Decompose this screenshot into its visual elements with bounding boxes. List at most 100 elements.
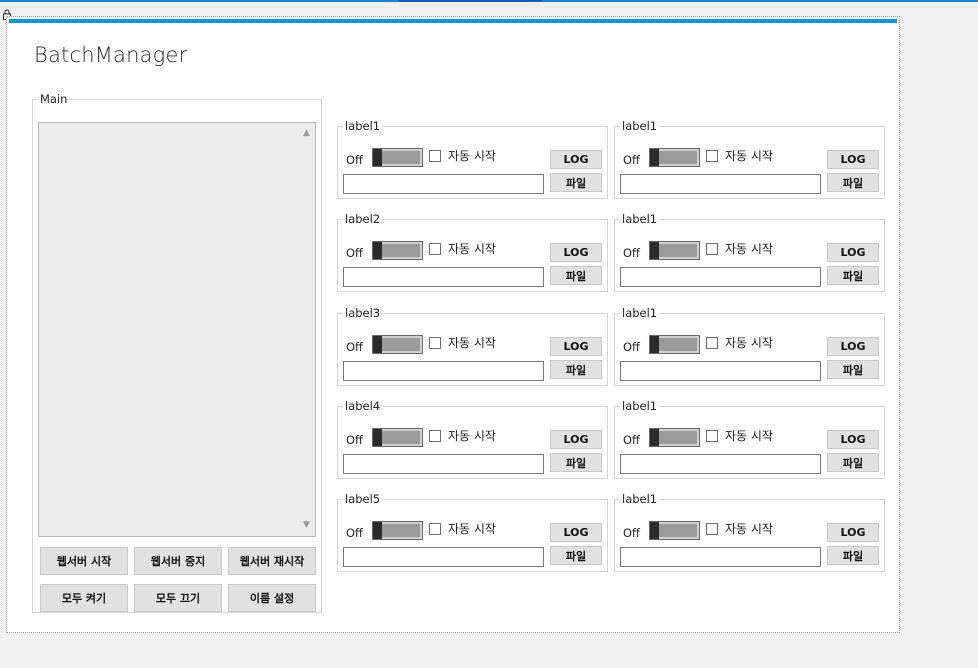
toggle-track: [382, 151, 420, 164]
autostart-label[interactable]: 자동 시작: [725, 520, 773, 537]
batch-path-input[interactable]: [620, 361, 821, 381]
autostart-checkbox[interactable]: [429, 337, 441, 349]
autostart-label[interactable]: 자동 시작: [448, 147, 496, 164]
batch-path-input[interactable]: [343, 174, 544, 194]
batch-path-input[interactable]: [620, 267, 821, 287]
batch-path-input[interactable]: [343, 361, 544, 381]
power-toggle[interactable]: [372, 335, 423, 354]
toggle-knob[interactable]: [373, 429, 382, 446]
power-toggle[interactable]: [372, 148, 423, 167]
main-log-list[interactable]: ▲ ▼: [38, 122, 316, 537]
autostart-checkbox[interactable]: [429, 430, 441, 442]
autostart-label[interactable]: 자동 시작: [725, 334, 773, 351]
autostart-label[interactable]: 자동 시작: [725, 240, 773, 257]
batch-panel: label1 Off 자동 시작 LOG 파일: [337, 120, 608, 199]
autostart-label[interactable]: 자동 시작: [448, 334, 496, 351]
toggle-knob[interactable]: [373, 149, 382, 166]
all-on-button[interactable]: 모두 켜기: [40, 584, 128, 612]
toggle-track: [659, 338, 697, 351]
autostart-checkbox[interactable]: [706, 243, 718, 255]
autostart-label[interactable]: 자동 시작: [725, 147, 773, 164]
batch-path-input[interactable]: [620, 454, 821, 474]
log-button[interactable]: LOG: [827, 430, 879, 449]
toggle-state-label: Off: [346, 153, 363, 167]
batch-path-input[interactable]: [343, 547, 544, 567]
toggle-knob[interactable]: [373, 522, 382, 539]
designer-form: BatchManager Main ▲ ▼ 웹서버 시작 웹서버 중지 웹서버 …: [6, 16, 900, 633]
log-button[interactable]: LOG: [827, 337, 879, 356]
batch-panel: label1 Off 자동 시작 LOG 파일: [614, 493, 885, 572]
vertical-scrollbar[interactable]: ▲ ▼: [299, 124, 314, 535]
batch-panel-label: label1: [622, 212, 658, 226]
file-button[interactable]: 파일: [550, 453, 602, 472]
batch-path-input[interactable]: [343, 267, 544, 287]
file-button[interactable]: 파일: [827, 266, 879, 285]
set-name-button[interactable]: 이름 설정: [228, 584, 316, 612]
web-server-stop-button[interactable]: 웹서버 중지: [134, 547, 222, 575]
main-group-legend: Main: [40, 92, 68, 106]
power-toggle[interactable]: [372, 428, 423, 447]
batch-panel: label2 Off 자동 시작 LOG 파일: [337, 213, 608, 292]
main-group: Main ▲ ▼ 웹서버 시작 웹서버 중지 웹서버 재시작 모두 켜기 모두 …: [32, 93, 322, 613]
toggle-track: [382, 431, 420, 444]
file-button[interactable]: 파일: [550, 360, 602, 379]
power-toggle[interactable]: [649, 335, 700, 354]
log-button[interactable]: LOG: [550, 430, 602, 449]
toggle-state-label: Off: [346, 340, 363, 354]
batch-panel: label4 Off 자동 시작 LOG 파일: [337, 400, 608, 479]
toggle-state-label: Off: [623, 433, 640, 447]
log-button[interactable]: LOG: [827, 150, 879, 169]
batch-panel: label1 Off 자동 시작 LOG 파일: [614, 307, 885, 386]
batch-path-input[interactable]: [620, 547, 821, 567]
power-toggle[interactable]: [649, 241, 700, 260]
toggle-track: [659, 151, 697, 164]
file-button[interactable]: 파일: [827, 453, 879, 472]
batch-panel-label: label3: [345, 306, 381, 320]
file-button[interactable]: 파일: [827, 360, 879, 379]
log-button[interactable]: LOG: [550, 150, 602, 169]
power-toggle[interactable]: [649, 521, 700, 540]
chevron-up-icon[interactable]: ▲: [299, 126, 314, 141]
toggle-knob[interactable]: [650, 429, 659, 446]
web-server-restart-button[interactable]: 웹서버 재시작: [228, 547, 316, 575]
file-button[interactable]: 파일: [550, 173, 602, 192]
toggle-knob[interactable]: [650, 242, 659, 259]
web-server-start-button[interactable]: 웹서버 시작: [40, 547, 128, 575]
batch-path-input[interactable]: [620, 174, 821, 194]
toggle-knob[interactable]: [373, 242, 382, 259]
autostart-label[interactable]: 자동 시작: [448, 520, 496, 537]
log-button[interactable]: LOG: [550, 243, 602, 262]
autostart-label[interactable]: 자동 시작: [448, 427, 496, 444]
autostart-checkbox[interactable]: [429, 243, 441, 255]
toggle-state-label: Off: [623, 246, 640, 260]
toggle-track: [382, 244, 420, 257]
file-button[interactable]: 파일: [550, 546, 602, 565]
power-toggle[interactable]: [372, 241, 423, 260]
toggle-knob[interactable]: [650, 149, 659, 166]
autostart-label[interactable]: 자동 시작: [448, 240, 496, 257]
log-button[interactable]: LOG: [550, 523, 602, 542]
batch-path-input[interactable]: [343, 454, 544, 474]
autostart-checkbox[interactable]: [706, 430, 718, 442]
file-button[interactable]: 파일: [827, 173, 879, 192]
log-button[interactable]: LOG: [550, 337, 602, 356]
autostart-checkbox[interactable]: [429, 523, 441, 535]
toggle-knob[interactable]: [650, 522, 659, 539]
file-button[interactable]: 파일: [550, 266, 602, 285]
autostart-checkbox[interactable]: [706, 337, 718, 349]
chevron-down-icon[interactable]: ▼: [299, 518, 314, 533]
autostart-checkbox[interactable]: [706, 523, 718, 535]
active-tab-indicator: [398, 0, 542, 2]
toggle-knob[interactable]: [650, 336, 659, 353]
autostart-checkbox[interactable]: [706, 150, 718, 162]
power-toggle[interactable]: [649, 428, 700, 447]
power-toggle[interactable]: [649, 148, 700, 167]
log-button[interactable]: LOG: [827, 243, 879, 262]
all-off-button[interactable]: 모두 끄기: [134, 584, 222, 612]
file-button[interactable]: 파일: [827, 546, 879, 565]
log-button[interactable]: LOG: [827, 523, 879, 542]
toggle-knob[interactable]: [373, 336, 382, 353]
power-toggle[interactable]: [372, 521, 423, 540]
autostart-checkbox[interactable]: [429, 150, 441, 162]
autostart-label[interactable]: 자동 시작: [725, 427, 773, 444]
